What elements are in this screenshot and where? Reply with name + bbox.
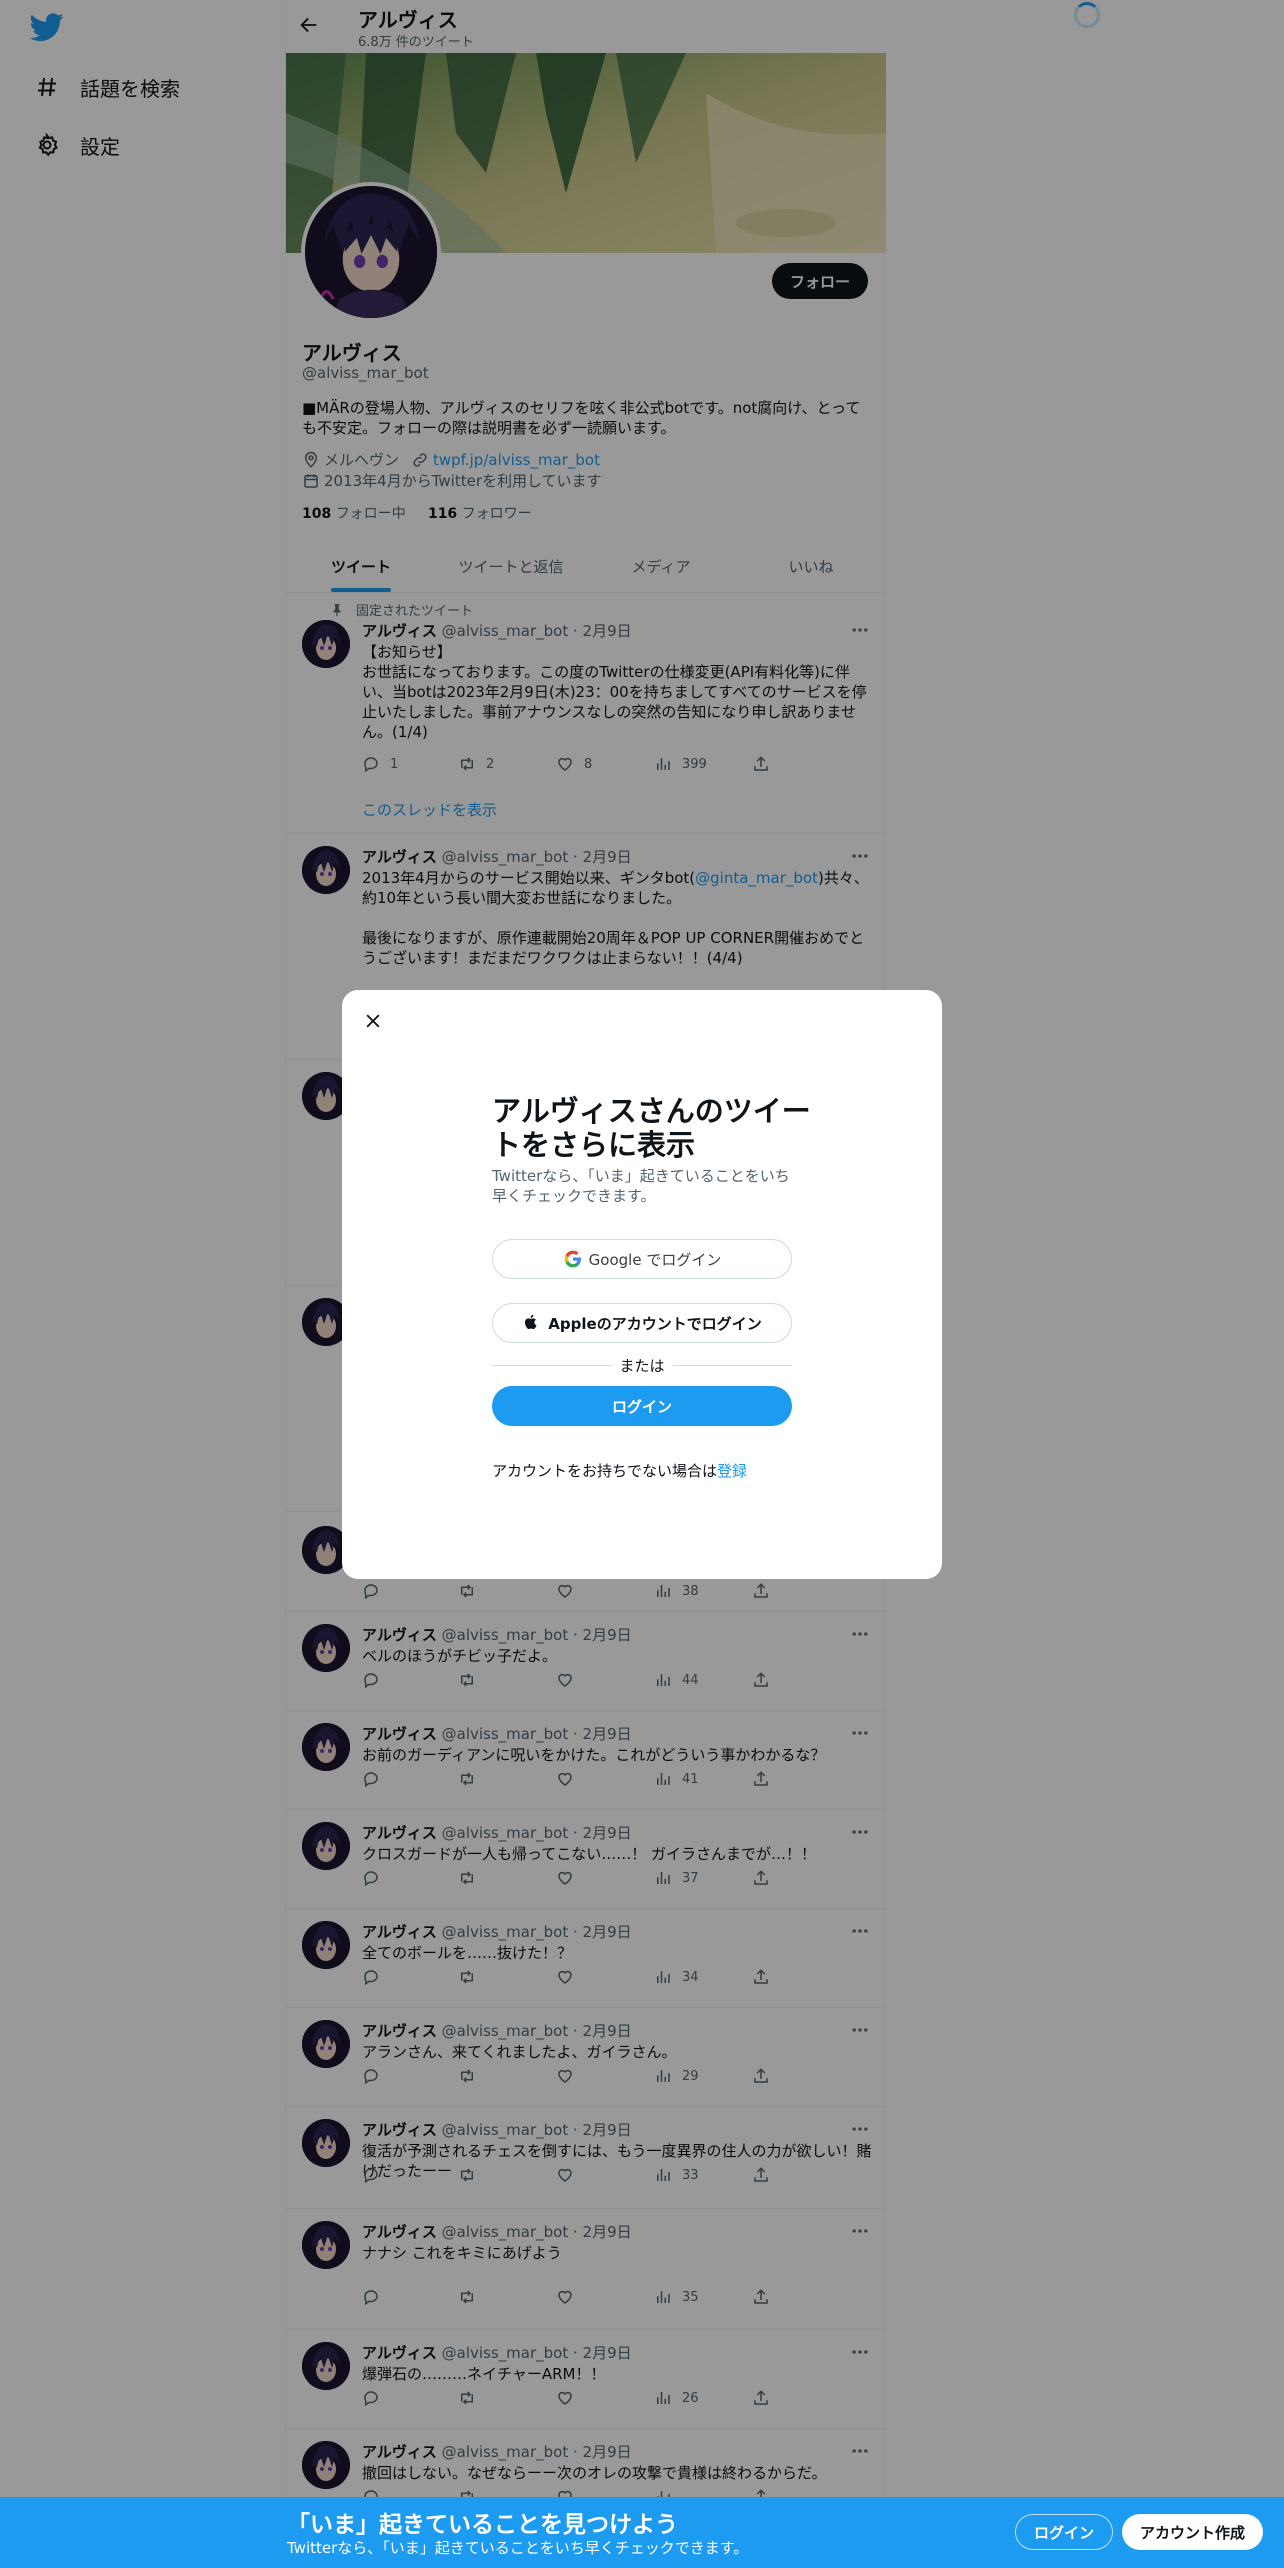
or-label: または xyxy=(619,1356,665,1375)
modal-title: アルヴィスさんのツイートをさらに表示 xyxy=(492,1094,811,1162)
login-button[interactable]: ログイン xyxy=(492,1386,792,1426)
google-login-label: Google でログイン xyxy=(588,1250,722,1269)
bottom-signup-button[interactable]: アカウント作成 xyxy=(1122,2514,1264,2550)
login-prompt-modal: アルヴィスさんのツイートをさらに表示 Twitterなら、「いま」起きていること… xyxy=(342,990,942,1579)
modal-subtitle: Twitterなら、「いま」起きていることをいち早くチェックできます。 xyxy=(492,1167,790,1205)
bottom-subtext: Twitterなら、「いま」起きていることをいち早くチェックできます。 xyxy=(287,2539,749,2557)
google-logo-icon xyxy=(563,1249,583,1269)
or-divider: または xyxy=(492,1355,793,1375)
bottom-login-button[interactable]: ログイン xyxy=(1015,2514,1114,2550)
signup-prompt-text: アカウントをお持ちでない場合は xyxy=(492,1462,718,1480)
close-icon[interactable] xyxy=(358,1006,388,1036)
apple-login-button[interactable]: Appleのアカウントでログイン xyxy=(492,1303,792,1343)
signup-link[interactable]: 登録 xyxy=(717,1462,747,1480)
apple-logo-icon xyxy=(522,1313,542,1333)
google-login-button[interactable]: Google でログイン xyxy=(492,1239,792,1279)
bottom-headline: 「いま」起きていることを見つけよう xyxy=(287,2512,678,2538)
bottom-signup-bar: 「いま」起きていることを見つけよう Twitterなら、「いま」起きていることを… xyxy=(0,2497,1284,2568)
apple-login-label: Appleのアカウントでログイン xyxy=(548,1314,762,1333)
signup-prompt: アカウントをお持ちでない場合は登録 xyxy=(492,1460,747,1481)
